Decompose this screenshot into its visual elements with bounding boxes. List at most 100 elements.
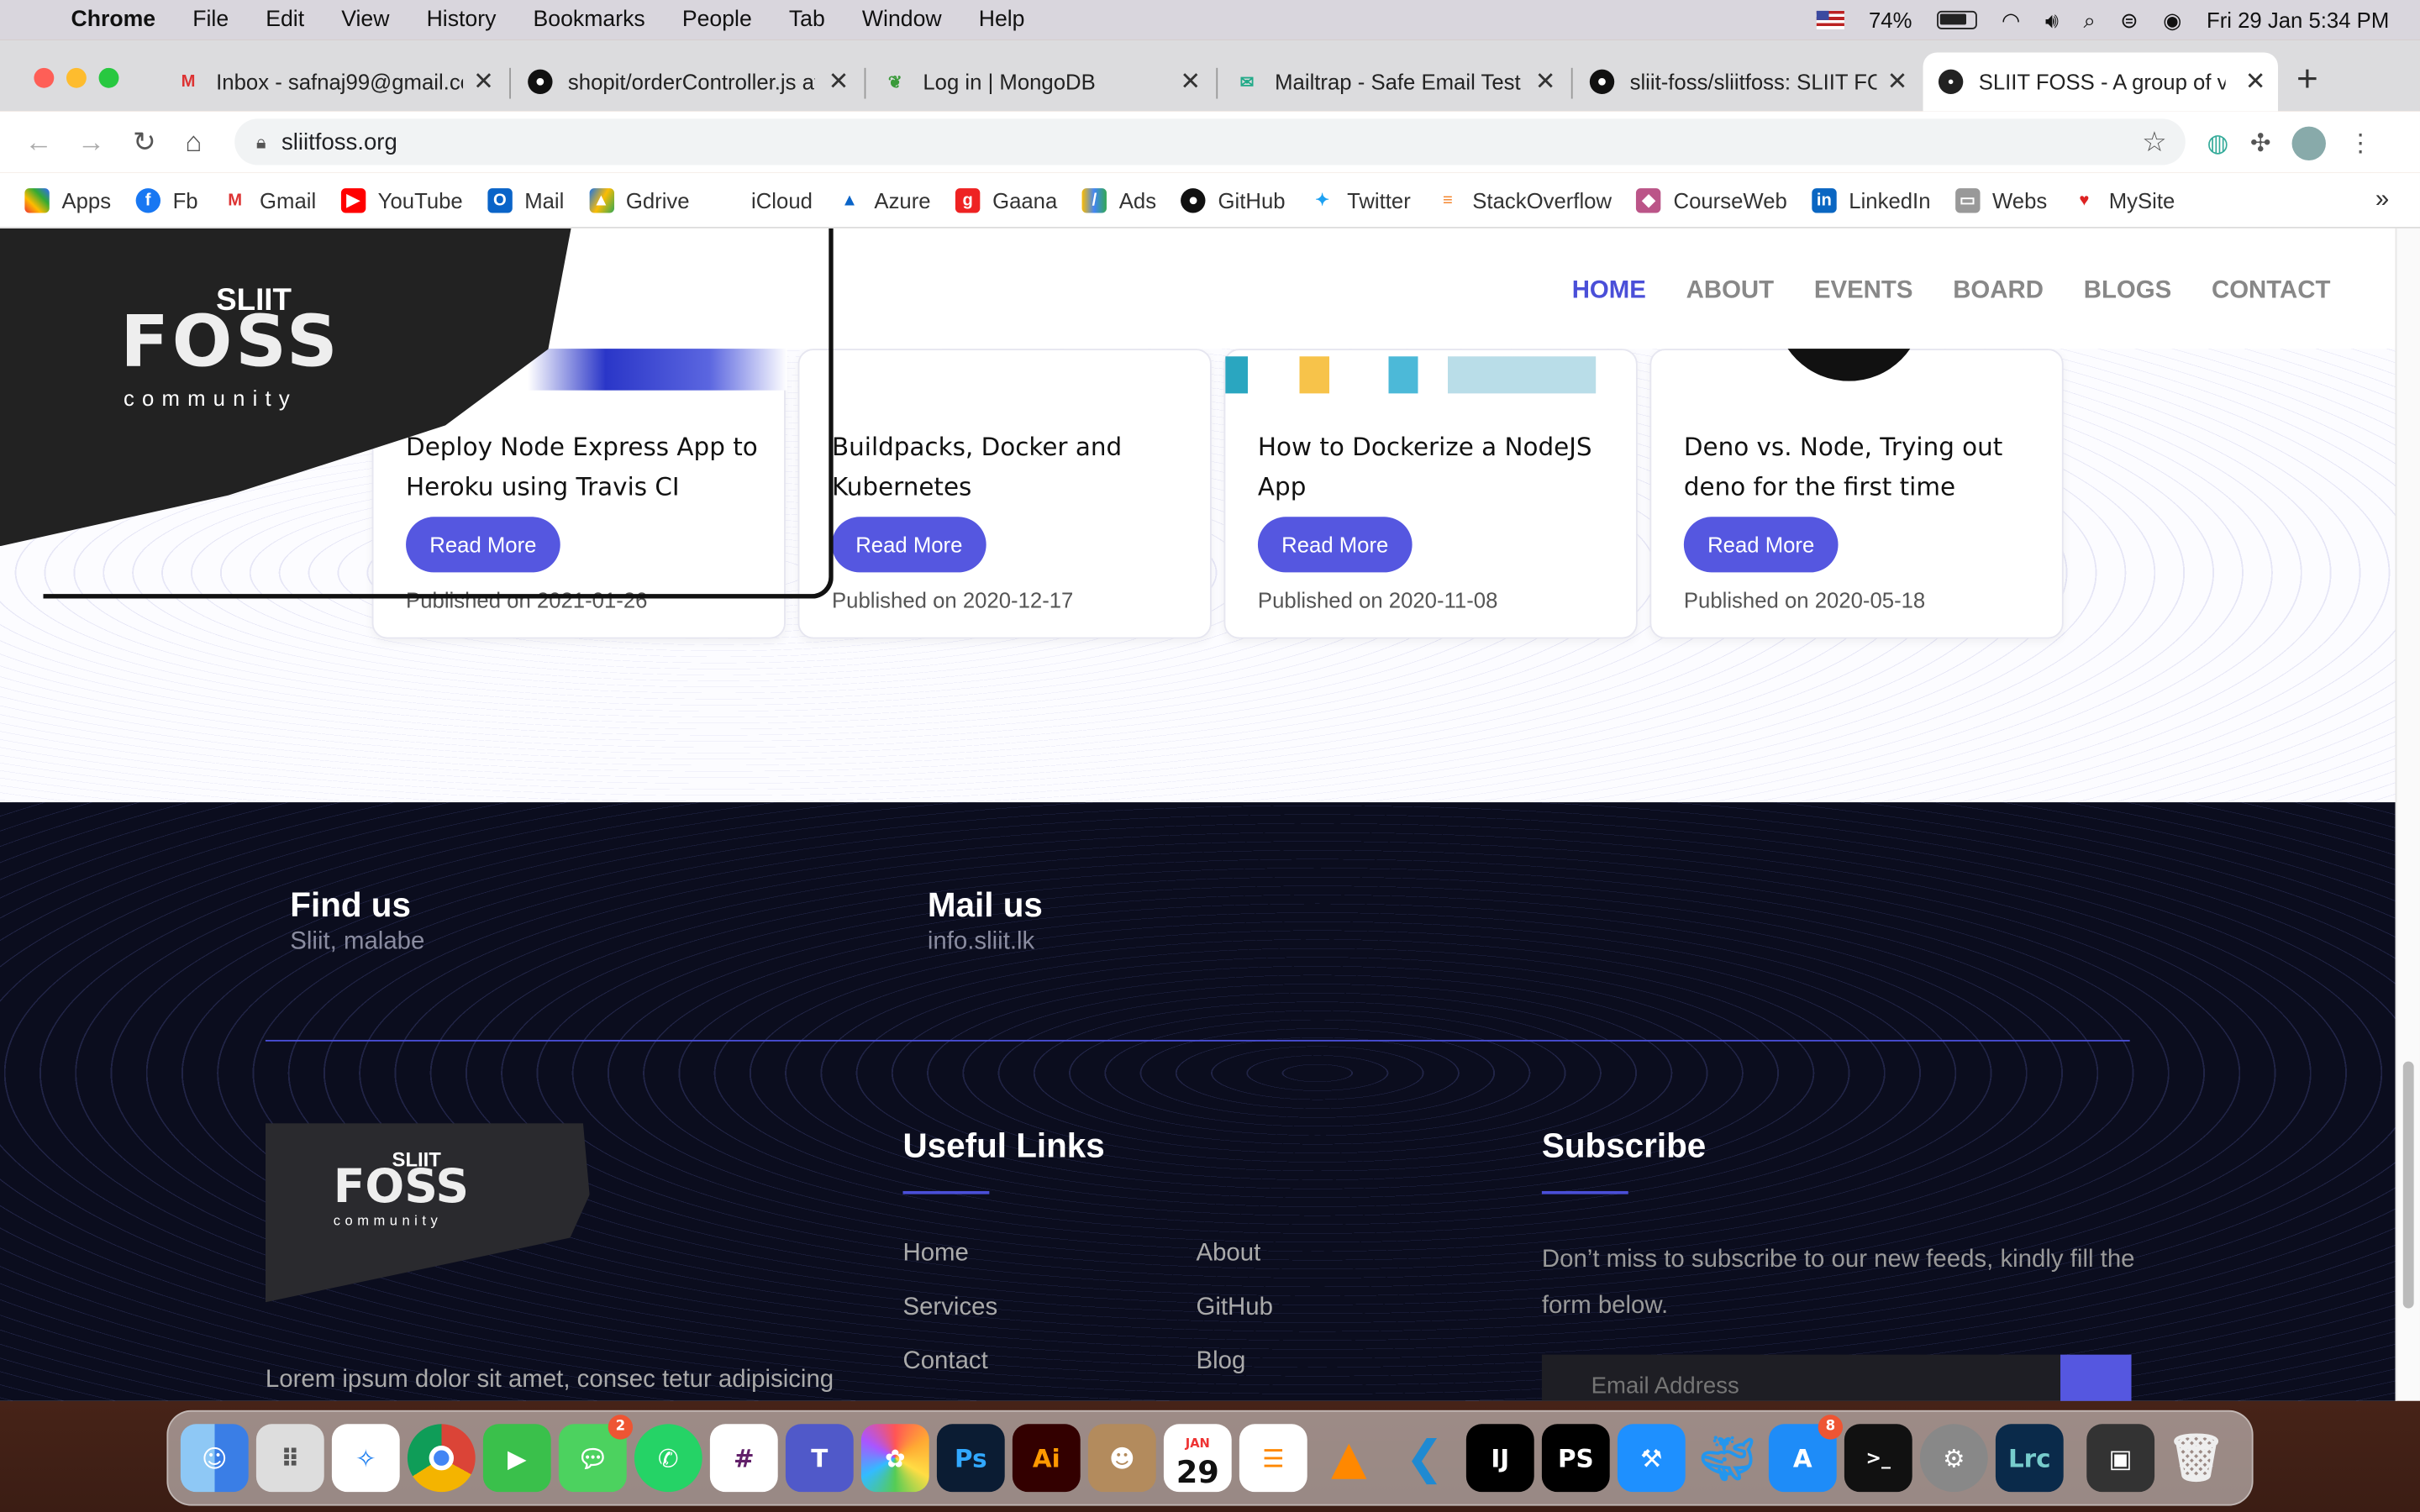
launchpad-icon[interactable]: ⠿ [255, 1424, 324, 1493]
footer-link-services[interactable]: Services [902, 1294, 997, 1322]
facetime-icon[interactable]: ▶ [482, 1424, 551, 1493]
bookmark-ads[interactable]: / Ads [1081, 187, 1156, 213]
tab-mongodb[interactable]: ❦ Log in | MongoDB ✕ [867, 52, 1213, 111]
bookmark-stackoverflow[interactable]: ≡ StackOverflow [1435, 187, 1612, 213]
close-tab-icon[interactable]: ✕ [2245, 66, 2266, 97]
tab-gmail[interactable]: M Inbox - safnaj99@gmail.com ✕ [160, 52, 506, 111]
wifi-icon[interactable]: ◠ [2002, 7, 2020, 33]
tab-github-sliitfoss[interactable]: ● sliit-foss/sliitfoss: SLIIT FOSS ✕ [1574, 52, 1919, 111]
footer-link-github[interactable]: GitHub [1196, 1294, 1272, 1322]
bookmark-youtube[interactable]: ▶ YouTube [340, 187, 463, 213]
tab-sliitfoss[interactable]: ● SLIIT FOSS - A group of v ✕ [1923, 52, 2279, 112]
slack-icon[interactable]: # [709, 1424, 778, 1493]
bookmark-gaana[interactable]: g Gaana [955, 187, 1057, 213]
bookmark-gdrive[interactable]: ▲ Gdrive [588, 187, 690, 213]
docker-icon[interactable]: 🐳︎ [1693, 1424, 1761, 1492]
close-tab-icon[interactable]: ✕ [829, 66, 850, 97]
forward-icon[interactable]: → [77, 127, 105, 160]
bookmark-apps[interactable]: Apps [24, 187, 111, 213]
clock[interactable]: Fri 29 Jan 5:34 PM [2207, 8, 2389, 32]
footer-link-contact[interactable]: Contact [902, 1348, 987, 1376]
lightroom-icon[interactable]: Lrc [1995, 1424, 2064, 1493]
bookmark-courseweb[interactable]: ◆ CourseWeb [1636, 187, 1787, 213]
teams-icon[interactable]: T [785, 1424, 854, 1493]
spotlight-icon[interactable]: ⌕ [2083, 7, 2095, 33]
nav-blogs[interactable]: BLOGS [2084, 278, 2171, 306]
footer-link-home[interactable]: Home [902, 1241, 968, 1268]
close-window-button[interactable] [34, 67, 55, 88]
menu-view[interactable]: View [341, 8, 389, 32]
whatsapp-icon[interactable]: ✆ [634, 1424, 702, 1493]
footer-link-about[interactable]: About [1196, 1241, 1260, 1268]
volume-icon[interactable]: 🔊︎ [2045, 7, 2059, 33]
menu-file[interactable]: File [192, 8, 229, 32]
extension-globe-icon[interactable]: ◍ [2207, 128, 2229, 159]
photoshop-icon[interactable]: Ps [936, 1424, 1005, 1493]
contacts-icon[interactable]: ☻ [1087, 1424, 1156, 1493]
bookmark-fb[interactable]: f Fb [135, 187, 198, 213]
nav-board[interactable]: BOARD [1953, 278, 2044, 306]
chrome-icon[interactable] [407, 1424, 476, 1493]
read-more-button[interactable]: Read More [1683, 517, 1839, 573]
footer-link-blog[interactable]: Blog [1196, 1348, 1245, 1376]
page-scrollbar[interactable] [2395, 228, 2420, 1401]
close-tab-icon[interactable]: ✕ [1535, 66, 1556, 97]
phpstorm-icon[interactable]: PS [1541, 1424, 1610, 1493]
bookmark-webs[interactable]: ▭ Webs [1954, 187, 2047, 213]
intellij-icon[interactable]: IJ [1465, 1424, 1534, 1493]
nav-contact[interactable]: CONTACT [2212, 278, 2330, 306]
read-more-button[interactable]: Read More [1257, 517, 1413, 573]
close-tab-icon[interactable]: ✕ [1180, 66, 1201, 97]
bookmark-star-icon[interactable]: ☆ [2142, 126, 2167, 159]
subscribe-button[interactable] [2060, 1354, 2132, 1401]
bookmark-mail[interactable]: O Mail [487, 187, 564, 213]
reminders-icon[interactable]: ☰ [1239, 1424, 1307, 1493]
nav-events[interactable]: EVENTS [1814, 278, 1913, 306]
extensions-puzzle-icon[interactable]: ✣ [2250, 128, 2271, 159]
home-icon[interactable]: ⌂ [185, 127, 202, 160]
back-icon[interactable]: ← [24, 127, 52, 160]
close-tab-icon[interactable]: ✕ [473, 66, 494, 97]
vlc-icon[interactable]: ▲ [1315, 1424, 1383, 1492]
new-tab-icon[interactable]: + [2296, 59, 2318, 102]
bookmark-twitter[interactable]: ✦ Twitter [1309, 187, 1411, 213]
scroll-thumb[interactable] [2402, 1061, 2414, 1309]
battery-icon[interactable] [1936, 10, 1977, 29]
kebab-menu-icon[interactable]: ⋮ [2348, 128, 2372, 159]
menu-bookmarks[interactable]: Bookmarks [534, 8, 645, 32]
photos-icon[interactable]: ✿ [860, 1424, 929, 1493]
address-bar[interactable]: 🔒︎ sliitfoss.org ☆ [234, 118, 2186, 165]
bookmark-icloud[interactable]: iCloud [713, 187, 813, 213]
menu-window[interactable]: Window [862, 8, 942, 32]
recent-window-thumbnail[interactable]: ▣ [2086, 1424, 2155, 1493]
bookmark-gmail[interactable]: M Gmail [222, 187, 316, 213]
profile-avatar[interactable] [2292, 126, 2327, 161]
menu-help[interactable]: Help [979, 8, 1025, 32]
bookmark-linkedin[interactable]: in LinkedIn [1812, 187, 1931, 213]
messages-icon[interactable]: 💬︎ 2 [558, 1415, 634, 1493]
control-center-icon[interactable]: ⊜ [2120, 7, 2139, 33]
siri-icon[interactable]: ◉ [2163, 7, 2181, 33]
menu-history[interactable]: History [427, 8, 497, 32]
calendar-icon[interactable]: JAN 29 [1163, 1424, 1232, 1493]
menu-tab[interactable]: Tab [789, 8, 825, 32]
zoom-window-button[interactable] [98, 67, 119, 88]
illustrator-icon[interactable]: Ai [1012, 1424, 1081, 1493]
tab-mailtrap[interactable]: ✉ Mailtrap - Safe Email Testing ✕ [1219, 52, 1568, 111]
input-source-icon[interactable] [1816, 10, 1844, 29]
tab-github-order[interactable]: ● shopit/orderController.js at ✕ [513, 52, 861, 111]
close-tab-icon[interactable]: ✕ [1887, 66, 1908, 97]
appstore-icon[interactable]: A8 [1768, 1415, 1844, 1493]
reload-icon[interactable]: ↻ [133, 127, 156, 160]
bookmark-azure[interactable]: ▲ Azure [837, 187, 931, 213]
footer-logo[interactable]: SLIIT FOSS community [265, 1123, 590, 1303]
menu-people[interactable]: People [682, 8, 752, 32]
read-more-button[interactable]: Read More [831, 517, 986, 573]
nav-home[interactable]: HOME [1572, 278, 1646, 306]
app-menu[interactable]: Chrome [71, 8, 155, 32]
vscode-icon[interactable]: ❮ [1391, 1424, 1459, 1492]
lock-icon[interactable]: 🔒︎ [256, 130, 266, 154]
nav-about[interactable]: ABOUT [1686, 278, 1774, 306]
more-bookmarks-icon[interactable]: » [2375, 186, 2389, 213]
xcode-icon[interactable]: ⚒ [1617, 1424, 1686, 1493]
